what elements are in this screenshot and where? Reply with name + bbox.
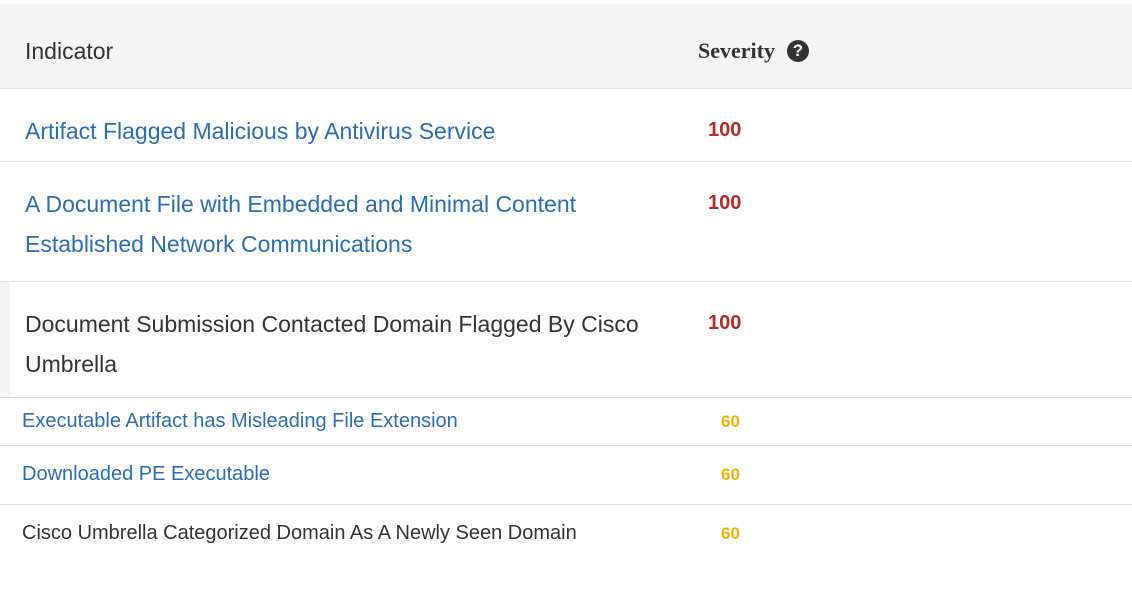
indicator-column-header[interactable]: Indicator: [25, 38, 113, 65]
table-row: Downloaded PE Executable 60: [0, 446, 1132, 505]
row-left-bar: [0, 282, 10, 397]
severity-column-header[interactable]: Severity ?: [698, 38, 809, 64]
severity-value: 100: [708, 312, 742, 334]
indicator-text: Document Submission Contacted Domain Fla…: [25, 311, 639, 377]
table-row: Artifact Flagged Malicious by Antivirus …: [0, 89, 1132, 162]
table-row: Document Submission Contacted Domain Fla…: [0, 282, 1132, 398]
table-row: Executable Artifact has Misleading File …: [0, 398, 1132, 446]
table-row: Cisco Umbrella Categorized Domain As A N…: [0, 505, 1132, 609]
indicator-link[interactable]: Artifact Flagged Malicious by Antivirus …: [25, 111, 665, 151]
indicator-link[interactable]: Downloaded PE Executable: [22, 456, 662, 492]
indicators-table: Indicator Severity ? Artifact Flagged Ma…: [0, 0, 1132, 609]
indicator-link[interactable]: Executable Artifact has Misleading File …: [22, 403, 662, 439]
indicator-link[interactable]: A Document File with Embedded and Minima…: [25, 184, 665, 264]
question-circle-icon[interactable]: ?: [786, 40, 809, 62]
severity-value: 100: [708, 192, 742, 214]
severity-value: 60: [721, 465, 740, 484]
severity-value: 60: [721, 524, 740, 543]
severity-header-label: Severity: [698, 38, 775, 63]
indicator-text: Cisco Umbrella Categorized Domain As A N…: [22, 522, 577, 544]
severity-value: 60: [721, 412, 740, 431]
severity-value: 100: [708, 119, 742, 141]
table-header: Indicator Severity ?: [0, 4, 1132, 89]
table-row: A Document File with Embedded and Minima…: [0, 162, 1132, 282]
